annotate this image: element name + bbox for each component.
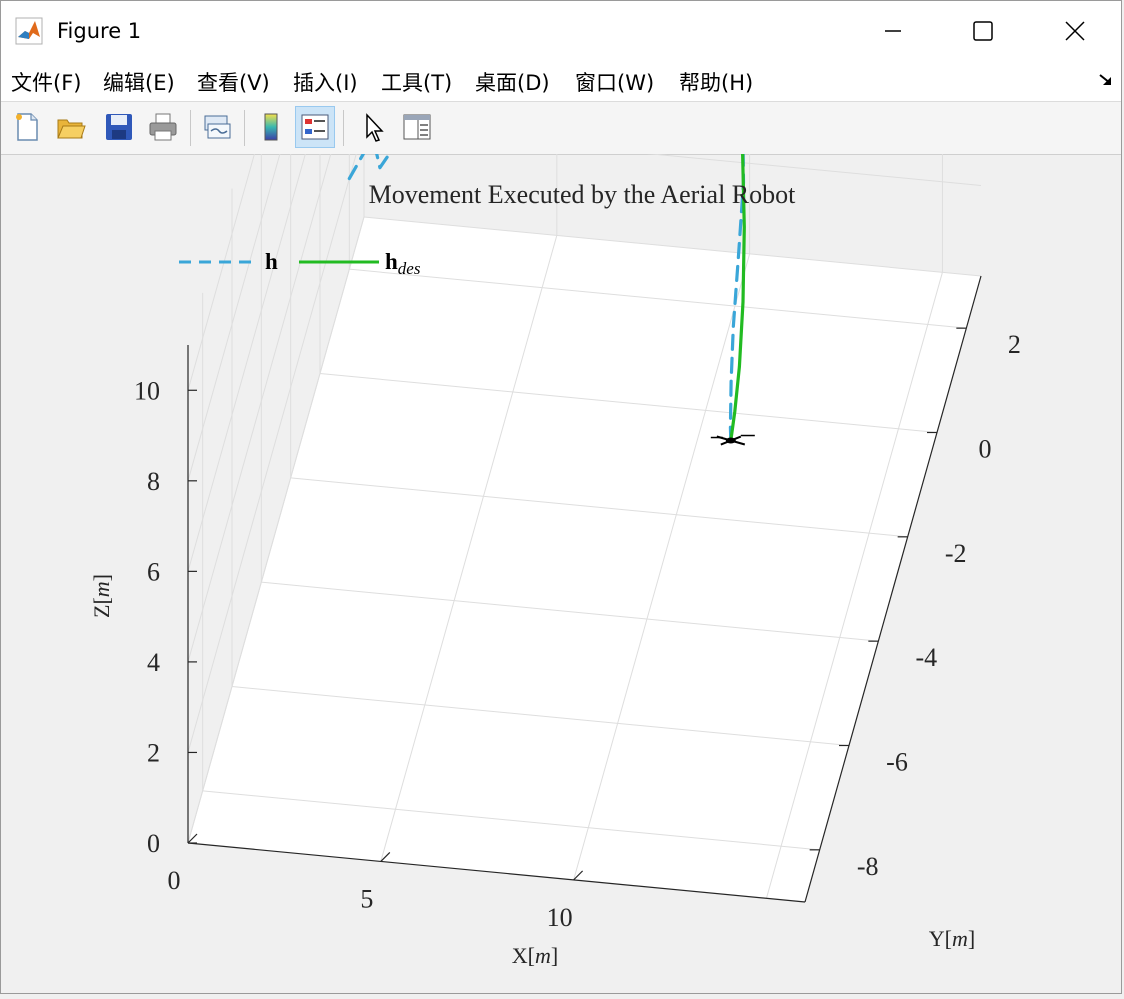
x-axis-name: X [512,943,528,968]
figure-canvas: 0 2 4 6 8 10 0 5 10 -8 -6 -4 -2 0 2 Movement Executed … [1,0,1123,994]
x-tick-label: 5 [360,884,373,913]
colorbar-button[interactable] [251,106,291,148]
toolbar-separator [244,110,245,146]
colorbar-icon [264,113,278,141]
x-axis-unit-bracket: ] [551,943,558,968]
print-button[interactable] [143,106,183,148]
chart-title: Movement Executed by the Aerial Robot [369,180,797,209]
close-button[interactable] [1029,1,1121,61]
y-tick-label: -6 [886,748,908,777]
y-axis-unit-bracket: [ [945,926,952,951]
menu-file[interactable]: 文件(F) [11,67,81,97]
legend-icon [301,114,329,140]
new-figure-icon [16,113,38,141]
menu-desktop[interactable]: 桌面(D) [475,67,550,97]
z-axis-name: Z [89,605,114,618]
toolbar-separator [343,110,344,146]
plot-3d[interactable]: 0 2 4 6 8 10 0 5 10 -8 -6 -4 -2 0 2 Movement Executed … [1,0,1123,994]
property-inspector-icon [403,114,431,140]
y-tick-label: 0 [979,435,992,464]
link-plot-icon [204,115,231,139]
menu-window[interactable]: 窗口(W) [575,67,654,97]
z-tick-label: 8 [147,467,160,496]
minimize-button[interactable] [847,1,939,61]
z-axis-label: Z[m] [89,574,114,618]
matlab-logo-icon [15,17,43,45]
z-tick-label: 10 [134,376,160,405]
z-tick-label: 4 [147,648,160,677]
x-tick-label: 0 [168,866,181,895]
menu-view[interactable]: 查看(V) [197,67,270,97]
y-axis-label: Y[m] [929,926,975,951]
legend-label-h-des-base: h [385,249,398,274]
new-figure-button[interactable] [7,106,47,148]
maximize-icon [973,21,993,41]
x-axis-unit: m [535,943,551,968]
maximize-button[interactable] [937,1,1029,61]
z-tick-label: 2 [147,738,160,767]
save-icon [106,114,132,140]
legend-label-h-des-subscript: des [398,259,421,278]
link-plot-button[interactable] [197,106,237,148]
figure-toolbar [1,101,1121,155]
menu-bar: 文件(F) 编辑(E) 查看(V) 插入(I) 工具(T) 桌面(D) 窗口(W… [1,61,1121,101]
y-axis-unit: m [952,926,968,951]
y-tick-label: -2 [945,539,967,568]
minimize-icon [885,30,901,32]
print-icon [149,113,177,141]
y-tick-label: -8 [857,852,879,881]
figure-window: Figure 1 文件(F) 编辑(E) 查看(V) 插入(I) 工具(T) 桌… [0,0,1122,994]
property-inspector-button[interactable] [397,106,437,148]
x-axis-unit-bracket: [ [528,943,535,968]
pointer-button[interactable] [353,106,393,148]
menu-edit[interactable]: 编辑(E) [103,67,175,97]
y-axis-name: Y [929,926,945,951]
legend[interactable]: h hdes [179,249,421,278]
dock-arrow-icon[interactable] [1097,71,1115,89]
title-bar: Figure 1 [1,1,1121,61]
z-axis-unit-bracket: ] [89,574,114,581]
y-tick-label: 2 [1008,330,1021,359]
pointer-icon [366,113,384,142]
x-axis-label: X[m] [512,943,558,968]
toolbar-separator [190,110,191,146]
y-axis-unit-bracket: ] [968,926,975,951]
x-tick-label: 10 [547,903,573,932]
save-button[interactable] [99,106,139,148]
open-file-button[interactable] [51,106,91,148]
legend-button[interactable] [295,106,335,148]
legend-label-h: h [265,249,278,274]
close-icon [1065,21,1085,41]
z-axis-unit-bracket: [ [89,597,114,604]
y-tick-label: -4 [915,643,937,672]
z-tick-label: 6 [147,557,160,586]
z-tick-label: 0 [147,829,160,858]
menu-tools[interactable]: 工具(T) [381,67,452,97]
open-file-icon [57,119,86,139]
window-title: Figure 1 [57,19,142,43]
menu-insert[interactable]: 插入(I) [293,67,358,97]
z-axis-unit: m [89,581,114,597]
drone-body [725,437,736,444]
menu-help[interactable]: 帮助(H) [679,67,753,97]
